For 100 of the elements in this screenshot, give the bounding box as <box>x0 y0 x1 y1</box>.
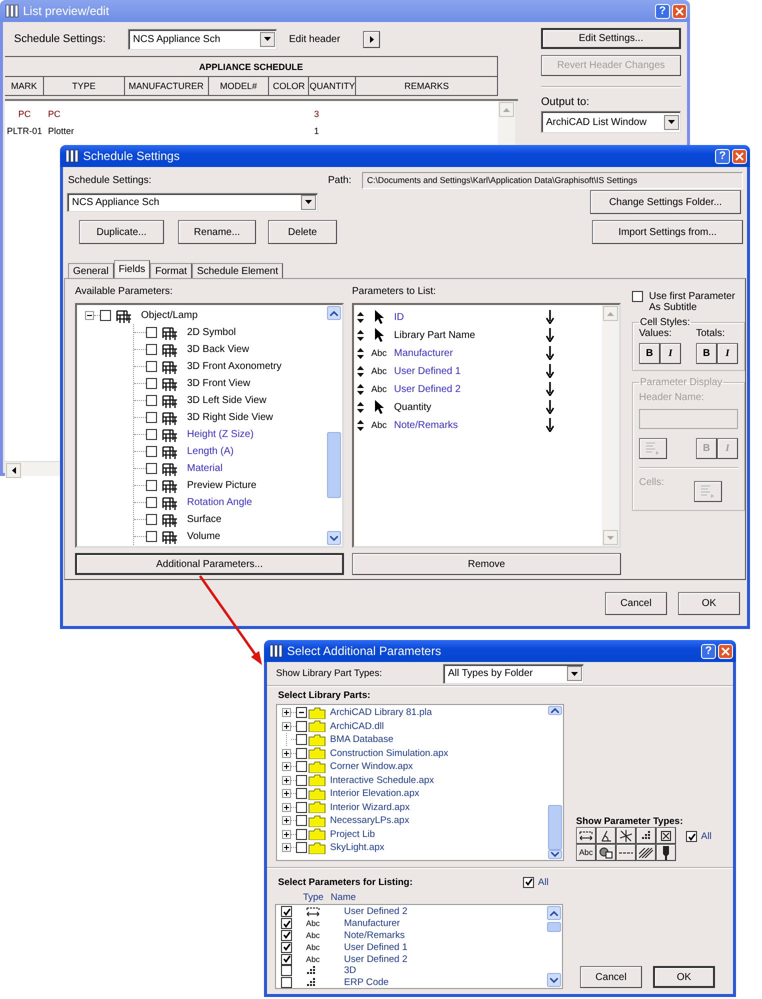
tab[interactable]: Schedule Element <box>192 263 284 278</box>
checkbox[interactable] <box>146 327 157 338</box>
dropdown-arrow-button[interactable] <box>567 666 582 681</box>
list-item[interactable]: ID <box>394 312 546 322</box>
checkbox[interactable] <box>296 748 307 759</box>
checkbox[interactable] <box>146 395 157 406</box>
button[interactable]: Edit Settings... <box>541 28 681 49</box>
filter-button[interactable]: Abc <box>576 844 596 861</box>
checkbox[interactable] <box>686 831 697 842</box>
list-item[interactable]: User Defined 1 <box>394 366 546 376</box>
tab[interactable]: General <box>68 263 114 278</box>
dropdown[interactable]: NCS Appliance Sch <box>128 28 277 50</box>
dropdown-arrow-button[interactable] <box>664 114 679 130</box>
list-item[interactable]: ERP Code <box>344 977 389 988</box>
tree-item[interactable]: BMA Database <box>330 734 394 746</box>
tree-item[interactable]: NecessaryLPs.apx <box>330 815 410 826</box>
scrollbar[interactable] <box>546 905 562 988</box>
expand-button[interactable] <box>282 762 291 772</box>
tree-item[interactable]: Surface <box>187 514 222 525</box>
expand-button[interactable] <box>282 843 291 852</box>
list-item[interactable]: User Defined 2 <box>344 906 408 918</box>
tab[interactable]: Format <box>150 263 192 278</box>
filter-button[interactable] <box>656 827 676 844</box>
filter-button[interactable] <box>636 827 656 844</box>
scroll-up-button[interactable] <box>327 306 341 320</box>
checkbox[interactable] <box>296 802 307 813</box>
checkbox[interactable] <box>281 954 292 965</box>
checkbox[interactable] <box>146 344 157 355</box>
expand-button[interactable] <box>282 830 291 839</box>
tree-item[interactable]: ArchiCAD.dll <box>330 720 384 732</box>
checkbox[interactable] <box>296 774 307 786</box>
checkbox[interactable] <box>296 842 307 854</box>
help-button[interactable]: ? <box>701 644 716 658</box>
checkbox[interactable] <box>296 761 307 772</box>
tree-item[interactable]: Interior Elevation.apx <box>330 788 420 800</box>
list-item[interactable]: User Defined 2 <box>394 384 546 394</box>
collapse-button[interactable] <box>85 311 94 320</box>
checkbox[interactable] <box>146 361 157 372</box>
filter-button[interactable] <box>596 827 616 844</box>
checkbox[interactable] <box>296 707 307 718</box>
filter-button[interactable] <box>636 844 656 861</box>
scroll-down-button[interactable] <box>327 531 341 545</box>
expand-button[interactable] <box>282 722 291 731</box>
tree-item[interactable]: Preview Picture <box>187 480 256 491</box>
dropdown[interactable]: ArchiCAD List Window <box>541 111 681 133</box>
list-item[interactable]: Quantity <box>394 402 546 412</box>
button[interactable]: I <box>717 343 738 364</box>
button[interactable]: Rename... <box>178 220 256 244</box>
checkbox[interactable] <box>146 446 157 457</box>
button[interactable]: Cancel <box>580 966 642 988</box>
button[interactable]: B <box>639 343 660 364</box>
filter-button[interactable] <box>596 844 616 861</box>
checkbox[interactable] <box>100 310 111 321</box>
tree-item[interactable]: Corner Window.apx <box>330 761 413 772</box>
button[interactable]: Cancel <box>605 592 667 615</box>
tree-item[interactable]: Object/Lamp <box>141 310 198 321</box>
checkbox[interactable] <box>146 531 157 542</box>
tree-item[interactable]: Project Lib <box>330 828 375 840</box>
checkbox[interactable] <box>146 412 157 423</box>
expand-button[interactable] <box>282 776 291 785</box>
list-item[interactable]: User Defined 1 <box>344 942 408 953</box>
button[interactable]: Import Settings from... <box>592 220 743 244</box>
scroll-down-button[interactable] <box>548 850 562 859</box>
tree-item[interactable]: 3D Front View <box>187 378 250 389</box>
checkbox[interactable] <box>296 720 307 732</box>
checkbox[interactable] <box>632 291 643 302</box>
list-item[interactable]: 3D <box>344 965 356 976</box>
tree-item[interactable]: 2D Symbol <box>187 327 236 338</box>
tree-item[interactable]: Interactive Schedule.apx <box>330 774 434 786</box>
filter-button[interactable] <box>616 844 636 861</box>
dropdown[interactable]: All Types by Folder <box>443 664 584 684</box>
filter-button[interactable] <box>656 844 676 861</box>
button[interactable]: I <box>660 343 681 364</box>
checkbox[interactable] <box>146 514 157 525</box>
button[interactable]: Duplicate... <box>79 220 164 244</box>
scrollbar[interactable] <box>326 305 342 546</box>
expand-button[interactable] <box>282 708 291 718</box>
checkbox[interactable] <box>281 906 292 918</box>
close-button[interactable] <box>718 644 733 658</box>
scroll-up-button[interactable] <box>547 906 561 920</box>
close-button[interactable] <box>732 148 747 164</box>
checkbox[interactable] <box>146 463 157 474</box>
checkbox[interactable] <box>296 815 307 826</box>
scrollbar[interactable] <box>547 705 563 860</box>
button[interactable]: Remove <box>352 553 621 575</box>
checkbox[interactable] <box>523 876 534 888</box>
list-item[interactable]: Manufacturer <box>344 918 400 930</box>
tree-item[interactable]: Rotation Angle <box>187 497 252 508</box>
scroll-thumb[interactable] <box>547 922 561 932</box>
button[interactable]: OK <box>653 966 715 988</box>
tree-item[interactable]: Volume <box>187 531 220 542</box>
list-item[interactable]: Note/Remarks <box>344 930 405 941</box>
dropdown[interactable]: NCS Appliance Sch <box>67 192 318 212</box>
checkbox[interactable] <box>146 497 157 508</box>
scroll-thumb[interactable] <box>327 432 341 498</box>
button[interactable]: OK <box>678 592 740 615</box>
tree-item[interactable]: ArchiCAD Library 81.pla <box>330 707 432 718</box>
scroll-down-button[interactable] <box>547 973 561 987</box>
scroll-left-button[interactable] <box>6 463 21 478</box>
tree-item[interactable]: Interior Wizard.apx <box>330 802 410 813</box>
